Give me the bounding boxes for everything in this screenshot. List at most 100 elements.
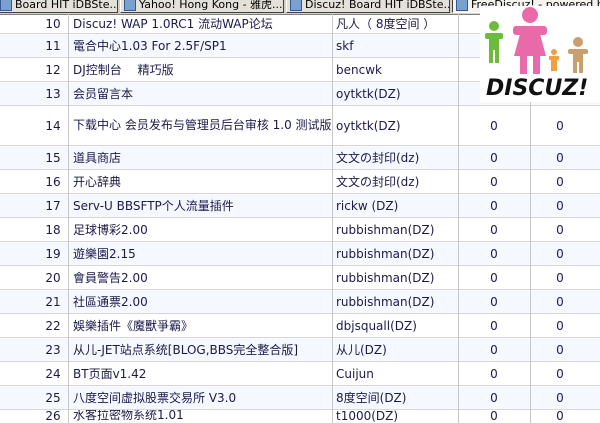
table-row: 23 从儿-JET站点系统[BLOG,BBS完全整合版] 从儿(DZ) 0 0 xyxy=(0,338,600,362)
plugin-name: DJ控制台 精巧版 xyxy=(73,63,174,77)
count-b: 0 xyxy=(556,342,564,357)
plugin-author: rubbishman(DZ) xyxy=(336,294,435,309)
count-b: 0 xyxy=(556,150,564,165)
row-number: 16 xyxy=(45,174,61,189)
count-a: 0 xyxy=(490,294,498,309)
row-number: 17 xyxy=(45,198,61,213)
column-divider xyxy=(458,14,459,423)
plugin-author: t1000(DZ) xyxy=(336,410,399,423)
plugin-name: 开心辞典 xyxy=(73,175,122,189)
count-a: 0 xyxy=(490,222,498,237)
count-b: 0 xyxy=(556,118,564,133)
count-b: 0 xyxy=(556,174,564,189)
count-b: 0 xyxy=(556,198,564,213)
ie-page-icon xyxy=(124,0,136,11)
plugin-name: BT页面v1.42 xyxy=(73,367,147,381)
row-number: 21 xyxy=(45,294,61,309)
table-row: 19 遊樂園2.15 rubbishman(DZ) 0 0 xyxy=(0,242,600,266)
ie-page-icon xyxy=(290,0,302,11)
plugin-name: 会员留言本 xyxy=(73,87,134,101)
row-number: 13 xyxy=(45,86,61,101)
plugin-author: Cuijun xyxy=(336,366,374,381)
count-b: 0 xyxy=(556,390,564,405)
taskbar-tab-board-hit[interactable]: Board HIT iDBSte... xyxy=(0,0,118,13)
plugin-author: rubbishman(DZ) xyxy=(336,246,435,261)
table-row: 16 开心辞典 文文の封印(dz) 0 0 xyxy=(0,170,600,194)
plugin-author: oytktk(DZ) xyxy=(336,86,401,101)
count-a: 0 xyxy=(490,198,498,213)
count-b: 0 xyxy=(556,366,564,381)
count-a: 0 xyxy=(490,342,498,357)
plugin-author: 凡人（ 8度空间 ） xyxy=(336,17,436,31)
plugin-author: bencwk xyxy=(336,62,382,77)
table-row: 18 足球博彩2.00 rubbishman(DZ) 0 0 xyxy=(0,218,600,242)
logo-wordmark: DISCUZ! xyxy=(486,76,589,101)
count-a: 0 xyxy=(490,390,498,405)
plugin-author: 文文の封印(dz) xyxy=(336,151,420,165)
plugin-name: Serv-U BBSFTP个人流量插件 xyxy=(73,199,234,213)
discuz-logo: DISCUZ! xyxy=(480,6,600,102)
ie-page-icon xyxy=(456,0,468,11)
plugin-author: 从儿(DZ) xyxy=(336,343,387,357)
row-number: 19 xyxy=(45,246,61,261)
count-a: 0 xyxy=(490,318,498,333)
column-divider xyxy=(332,14,333,423)
table-row: 15 道具商店 文文の封印(dz) 0 0 xyxy=(0,146,600,170)
plugin-author: skf xyxy=(336,38,354,53)
count-b: 0 xyxy=(556,294,564,309)
plugin-author: rubbishman(DZ) xyxy=(336,270,435,285)
column-divider xyxy=(68,14,69,423)
row-number: 18 xyxy=(45,222,61,237)
row-number: 12 xyxy=(45,62,61,77)
table-row: 22 娛樂插件《魔獸爭霸》 dbjsquall(DZ) 0 0 xyxy=(0,314,600,338)
count-a: 0 xyxy=(490,366,498,381)
taskbar-tab-label: Board HIT iDBSte... xyxy=(15,0,118,11)
table-row: 25 八度空间虚拟股票交易所 V3.0 8度空间(DZ) 0 0 xyxy=(0,386,600,410)
row-number: 26 xyxy=(45,410,61,423)
plugin-author: oytktk(DZ) xyxy=(336,118,401,133)
row-number: 24 xyxy=(45,366,61,381)
table-row: 17 Serv-U BBSFTP个人流量插件 rickw (DZ) 0 0 xyxy=(0,194,600,218)
plugin-name: 遊樂園2.15 xyxy=(73,247,136,261)
table-row: 24 BT页面v1.42 Cuijun 0 0 xyxy=(0,362,600,386)
plugin-name: 社區通票2.00 xyxy=(73,295,148,309)
row-number: 11 xyxy=(45,38,61,53)
plugin-name: Discuz! WAP 1.0RC1 流动WAP论坛 xyxy=(73,17,273,31)
plugin-author: rickw (DZ) xyxy=(336,198,399,213)
plugin-author: 8度空间(DZ) xyxy=(336,391,407,405)
row-number: 20 xyxy=(45,270,61,285)
row-number: 23 xyxy=(45,342,61,357)
table-row: 20 會員警告2.00 rubbishman(DZ) 0 0 xyxy=(0,266,600,290)
count-b: 0 xyxy=(556,410,564,423)
row-number: 10 xyxy=(45,16,61,31)
plugin-name: 會員警告2.00 xyxy=(73,271,148,285)
plugin-name: 足球博彩2.00 xyxy=(73,223,148,237)
table-row: 26 水客拉密物系统1.01 t1000(DZ) 0 0 xyxy=(0,410,600,423)
plugin-name: 下载中心 会员发布与管理员后台审核 1.0 测试版 xyxy=(73,118,332,132)
plugin-name: 从儿-JET站点系统[BLOG,BBS完全整合版] xyxy=(73,343,299,357)
row-number: 14 xyxy=(45,118,61,133)
taskbar-tab-label: Discuz! Board HIT iDBSte... xyxy=(305,0,450,11)
row-number: 22 xyxy=(45,318,61,333)
count-a: 0 xyxy=(490,174,498,189)
row-number: 15 xyxy=(45,150,61,165)
table-row: 21 社區通票2.00 rubbishman(DZ) 0 0 xyxy=(0,290,600,314)
count-a: 0 xyxy=(490,410,498,423)
count-a: 0 xyxy=(490,246,498,261)
plugin-name: 娛樂插件《魔獸爭霸》 xyxy=(73,319,194,333)
count-a: 0 xyxy=(490,270,498,285)
plugin-name: 八度空间虚拟股票交易所 V3.0 xyxy=(73,391,237,405)
count-a: 0 xyxy=(490,150,498,165)
people-figures-icon xyxy=(485,7,588,74)
plugin-author: dbjsquall(DZ) xyxy=(336,318,417,333)
taskbar-tab-yahoo[interactable]: Yahoo! Hong Kong - 雅虎... xyxy=(120,0,284,13)
plugin-name: 水客拉密物系统1.01 xyxy=(73,410,184,422)
count-b: 0 xyxy=(556,222,564,237)
taskbar-tab-discuz-board[interactable]: Discuz! Board HIT iDBSte... xyxy=(286,0,450,13)
row-number: 25 xyxy=(45,390,61,405)
plugin-author: 文文の封印(dz) xyxy=(336,175,420,189)
count-a: 0 xyxy=(490,118,498,133)
count-b: 0 xyxy=(556,270,564,285)
ie-page-icon xyxy=(0,0,12,11)
table-row: 14 下载中心 会员发布与管理员后台审核 1.0 测试版 oytktk(DZ) … xyxy=(0,106,600,146)
